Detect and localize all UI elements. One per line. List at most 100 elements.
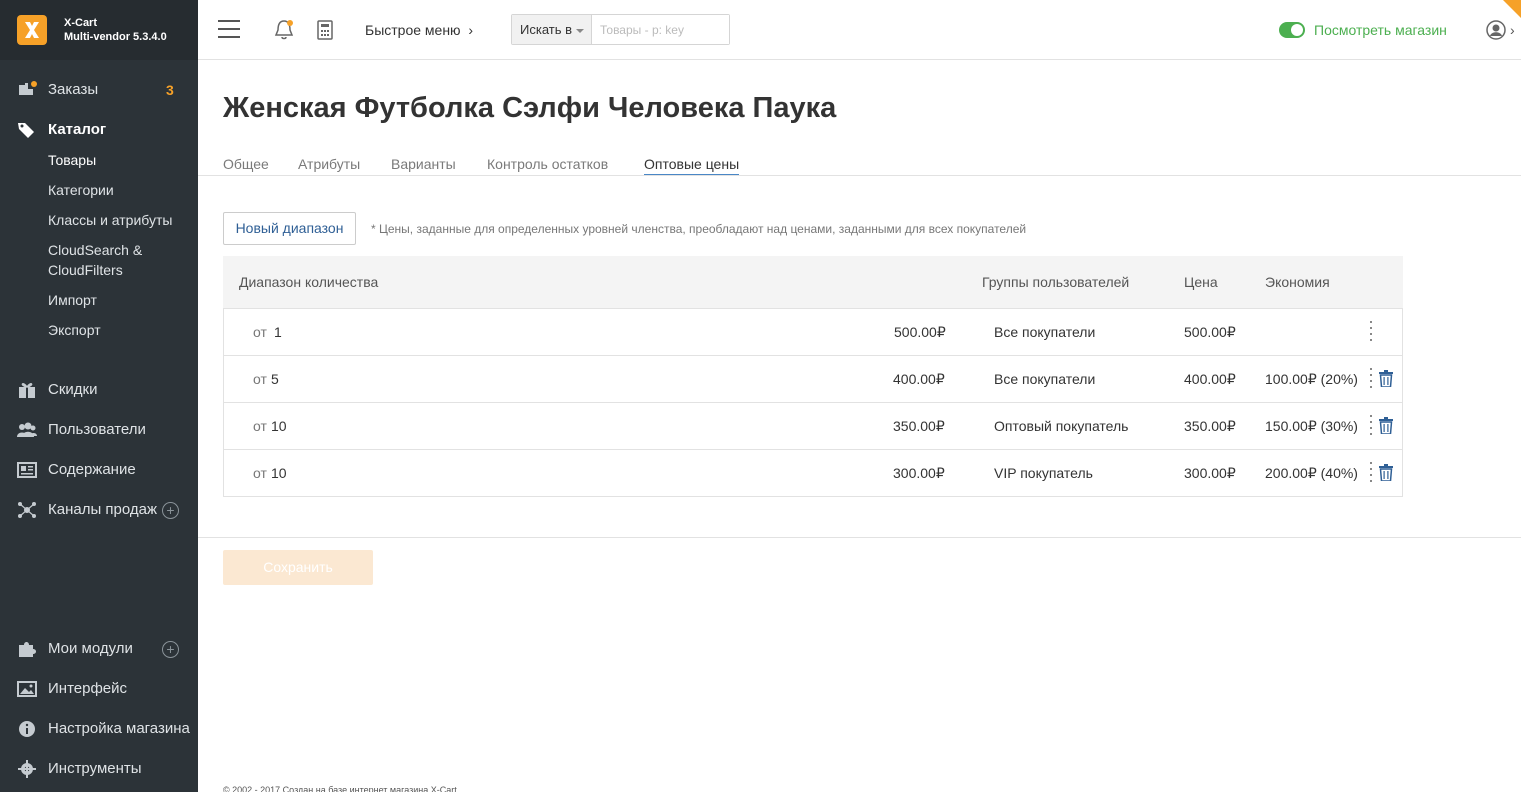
form-footer-divider bbox=[198, 537, 1521, 538]
sidebar-item-label: Скидки bbox=[48, 381, 98, 398]
sidebar-subitem-cloudfilters[interactable]: CloudFilters bbox=[48, 260, 123, 280]
sidebar-item-sales-channels[interactable]: Каналы продаж + bbox=[0, 495, 198, 525]
caret-down-icon bbox=[576, 28, 585, 33]
sidebar-item-catalog[interactable]: Каталог bbox=[0, 115, 198, 145]
range-from-label: от bbox=[253, 324, 267, 340]
sidebar-item-tools[interactable]: Инструменты bbox=[0, 754, 198, 784]
page-title: Женская Футболка Сэлфи Человека Паука bbox=[223, 92, 837, 124]
content-icon bbox=[17, 462, 37, 478]
header-price: Цена bbox=[1184, 274, 1218, 290]
image-icon bbox=[17, 681, 37, 697]
sidebar-item-discounts[interactable]: Скидки bbox=[0, 375, 198, 405]
search-scope-label: Искать в bbox=[520, 22, 573, 37]
quick-menu-label: Быстрое меню bbox=[365, 22, 461, 38]
copyright: © 2002 - 2017 Создан на базе интернет ма… bbox=[223, 785, 457, 792]
brand-version: Multi-vendor 5.3.4.0 bbox=[64, 31, 167, 43]
row-savings: 200.00₽ (40%) bbox=[1265, 465, 1358, 481]
drag-handle-icon[interactable] bbox=[1369, 321, 1373, 343]
user-group-select[interactable]: Оптовый покупатель bbox=[994, 417, 1128, 435]
price-input[interactable]: 500.00₽ bbox=[894, 323, 946, 341]
sidebar-item-label: Содержание bbox=[48, 461, 136, 478]
sidebar-item-content[interactable]: Содержание bbox=[0, 455, 198, 485]
price-input[interactable]: 400.00₽ bbox=[893, 370, 945, 388]
xcart-logo-icon bbox=[17, 15, 47, 45]
store-visibility-toggle[interactable] bbox=[1279, 22, 1305, 38]
user-group-select[interactable]: Все покупатели bbox=[994, 370, 1095, 388]
tab-general[interactable]: Общее bbox=[223, 154, 269, 174]
price-input[interactable]: 300.00₽ bbox=[893, 464, 945, 482]
sidebar-item-look-feel[interactable]: Интерфейс bbox=[0, 674, 198, 704]
range-qty-input[interactable]: 10 bbox=[271, 417, 287, 435]
info-icon bbox=[19, 721, 35, 737]
sidebar-item-label: Каталог bbox=[48, 121, 107, 138]
network-icon bbox=[18, 502, 36, 518]
sidebar-subitem-categories[interactable]: Категории bbox=[48, 180, 114, 200]
new-range-button[interactable]: Новый диапазон bbox=[223, 212, 356, 245]
add-module-icon[interactable]: + bbox=[162, 641, 179, 658]
sidebar-subitem-cloudsearch[interactable]: CloudSearch & bbox=[48, 240, 142, 260]
sidebar: X-Cart Multi-vendor 5.3.4.0 Заказы 3 Кат… bbox=[0, 0, 198, 792]
table-row: от 10 350.00₽ Оптовый покупатель 350.00₽… bbox=[223, 403, 1403, 450]
user-group-select[interactable]: VIP покупатель bbox=[994, 464, 1093, 482]
sidebar-subitem-import[interactable]: Импорт bbox=[48, 290, 97, 310]
price-input[interactable]: 350.00₽ bbox=[893, 417, 945, 435]
drag-handle-icon[interactable] bbox=[1369, 415, 1373, 437]
range-from-label: от bbox=[253, 371, 267, 387]
sidebar-item-users[interactable]: Пользователи bbox=[0, 415, 198, 445]
orders-icon bbox=[19, 81, 37, 95]
row-price: 400.00₽ bbox=[1184, 371, 1236, 387]
corner-flag bbox=[1503, 0, 1521, 18]
table-row: от 1 500.00₽ Все покупатели 500.00₽ bbox=[223, 309, 1403, 356]
trash-icon[interactable] bbox=[1379, 417, 1393, 434]
drag-handle-icon[interactable] bbox=[1369, 368, 1373, 390]
tab-variants[interactable]: Варианты bbox=[391, 154, 456, 174]
tab-inventory[interactable]: Контроль остатков bbox=[487, 154, 608, 174]
range-qty-input[interactable]: 1 bbox=[274, 323, 282, 341]
quick-menu-button[interactable]: Быстрое меню › bbox=[365, 21, 473, 39]
trash-icon[interactable] bbox=[1379, 464, 1393, 481]
sidebar-item-my-modules[interactable]: Мои модули + bbox=[0, 634, 198, 664]
sidebar-item-label: Настройка магазина bbox=[48, 720, 190, 737]
chevron-right-icon: › bbox=[464, 22, 474, 38]
drag-handle-icon[interactable] bbox=[1369, 462, 1373, 484]
sidebar-subitem-export[interactable]: Экспорт bbox=[48, 320, 101, 340]
chevron-right-icon[interactable]: › bbox=[1510, 21, 1515, 39]
sidebar-item-label: Мои модули bbox=[48, 640, 133, 657]
sidebar-item-label: Каналы продаж bbox=[48, 501, 158, 518]
search-input[interactable] bbox=[592, 15, 729, 44]
user-group-select[interactable]: Все покупатели bbox=[994, 323, 1095, 341]
sidebar-subitem-products[interactable]: Товары bbox=[48, 150, 96, 170]
puzzle-icon bbox=[19, 642, 36, 657]
header-savings: Экономия bbox=[1265, 274, 1330, 290]
users-icon bbox=[17, 422, 37, 437]
add-sales-channel-icon[interactable]: + bbox=[162, 502, 179, 519]
sidebar-subitem-classes-attributes[interactable]: Классы и атрибуты bbox=[48, 210, 172, 230]
row-price: 300.00₽ bbox=[1184, 465, 1236, 481]
table-row: от 10 300.00₽ VIP покупатель 300.00₽ 200… bbox=[223, 450, 1403, 497]
row-price: 500.00₽ bbox=[1184, 324, 1236, 340]
tab-attributes[interactable]: Атрибуты bbox=[298, 154, 360, 174]
row-price: 350.00₽ bbox=[1184, 418, 1236, 434]
calculator-icon[interactable] bbox=[315, 19, 335, 41]
user-avatar-icon[interactable] bbox=[1486, 20, 1506, 40]
sidebar-item-orders[interactable]: Заказы 3 bbox=[0, 75, 198, 105]
brand[interactable]: X-Cart Multi-vendor 5.3.4.0 bbox=[0, 0, 198, 60]
tab-wholesale-prices[interactable]: Оптовые цены bbox=[644, 154, 740, 176]
view-store-link[interactable]: Посмотреть магазин bbox=[1314, 21, 1447, 39]
range-qty-input[interactable]: 10 bbox=[271, 464, 287, 482]
sidebar-item-store-setup[interactable]: Настройка магазина bbox=[0, 714, 198, 744]
menu-icon[interactable] bbox=[218, 20, 240, 39]
search-box: Искать в bbox=[511, 14, 730, 45]
bell-icon[interactable] bbox=[274, 19, 294, 41]
trash-icon[interactable] bbox=[1379, 370, 1393, 387]
gear-icon bbox=[18, 760, 36, 778]
row-savings: 150.00₽ (30%) bbox=[1265, 418, 1358, 434]
search-scope-select[interactable]: Искать в bbox=[512, 15, 592, 44]
save-button[interactable]: Сохранить bbox=[223, 550, 373, 585]
membership-note: * Цены, заданные для определенных уровне… bbox=[371, 222, 1027, 236]
sidebar-item-label: Инструменты bbox=[48, 760, 142, 777]
topbar: Быстрое меню › Искать в Посмотреть магаз… bbox=[198, 0, 1521, 60]
table-row: от 5 400.00₽ Все покупатели 400.00₽ 100.… bbox=[223, 356, 1403, 403]
range-qty-input[interactable]: 5 bbox=[271, 370, 279, 388]
sidebar-item-label: Интерфейс bbox=[48, 680, 128, 697]
